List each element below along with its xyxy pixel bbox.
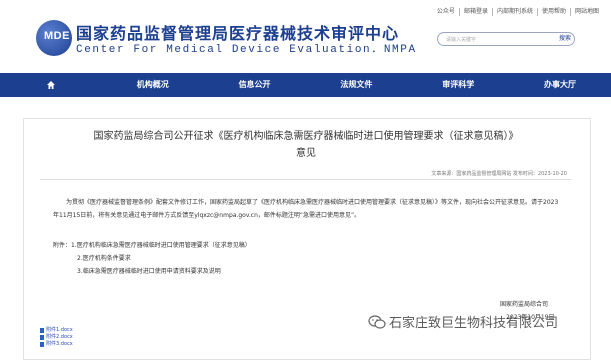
home-icon xyxy=(46,80,55,89)
nav-item-regulations[interactable]: 法规文件 xyxy=(305,73,407,97)
watermark-text: 石家庄致巨生物科技有限公司 xyxy=(389,316,559,331)
title-divider xyxy=(40,179,571,180)
search-button[interactable]: 搜索 xyxy=(555,33,575,45)
top-link-wechat[interactable]: 公众号 xyxy=(433,8,459,16)
top-link-mail-login[interactable]: 邮箱登录 xyxy=(458,8,492,16)
top-link-internal-journal[interactable]: 内部期刊系统 xyxy=(491,8,537,16)
attachment-item: 3.临床急需医疗器械临时进口使用申请资料要求及说明 xyxy=(77,268,221,275)
main-nav: 机构概况 信息公开 法规文件 审评科学 办事大厅 xyxy=(0,73,611,97)
article-source: 文章来源：国家药品监督管理局网站 发布时间：2023-10-20 xyxy=(431,171,567,177)
attachment-item: 2.医疗机构条件要求 xyxy=(77,255,131,262)
file-link-2[interactable]: 附件2.docx xyxy=(40,334,73,341)
article-paragraph: 为贯彻《医疗器械监督管理条例》配套文件修订工作，国家药监局起草了《医疗机构临床急… xyxy=(53,199,559,219)
document-icon xyxy=(40,342,44,347)
nav-item-service-hall[interactable]: 办事大厅 xyxy=(509,73,611,97)
nav-item-about[interactable]: 机构概况 xyxy=(102,73,204,97)
nav-item-info-disclosure[interactable]: 信息公开 xyxy=(204,73,306,97)
search-input[interactable]: 请输入关键字 xyxy=(438,36,476,43)
org-name-en: Center For Medical Device Evaluation．NMP… xyxy=(76,44,417,56)
nav-item-review-science[interactable]: 审评科学 xyxy=(407,73,509,97)
logo-mark-text: MDE xyxy=(44,30,70,42)
document-icon xyxy=(40,335,44,340)
top-links: 公众号 邮箱登录 内部期刊系统 使用帮助 网站地图 xyxy=(433,8,603,16)
article-signature: 国家药监局综合司 xyxy=(500,301,549,308)
wechat-icon xyxy=(368,314,386,329)
file-link-3[interactable]: 附件3.docx xyxy=(40,341,73,348)
site-logo[interactable]: MDE xyxy=(34,18,80,58)
article-title-line2: 意见 xyxy=(296,148,316,159)
article-title: 国家药监局综合司公开征求《医疗机构临床急需医疗器械临时进口使用管理要求（征求意见… xyxy=(23,128,589,162)
file-links: 附件1.docx 附件2.docx 附件3.docx xyxy=(40,327,73,348)
top-link-sitemap[interactable]: 网站地图 xyxy=(569,8,603,16)
nav-home[interactable] xyxy=(0,73,102,97)
file-link-1[interactable]: 附件1.docx xyxy=(40,327,73,334)
watermark: 石家庄致巨生物科技有限公司 xyxy=(368,312,558,331)
attachment-list: 附件：1.医疗机构临床急需医疗器械临时进口使用管理要求（征求意见稿） 2.医疗机… xyxy=(53,239,383,278)
top-link-help[interactable]: 使用帮助 xyxy=(536,8,570,16)
attachment-item: 附件：1.医疗机构临床急需医疗器械临时进口使用管理要求（征求意见稿） xyxy=(53,242,251,249)
article-title-line1: 国家药监局综合司公开征求《医疗机构临床急需医疗器械临时进口使用管理要求（征求意见… xyxy=(93,131,519,142)
document-icon xyxy=(40,328,44,333)
